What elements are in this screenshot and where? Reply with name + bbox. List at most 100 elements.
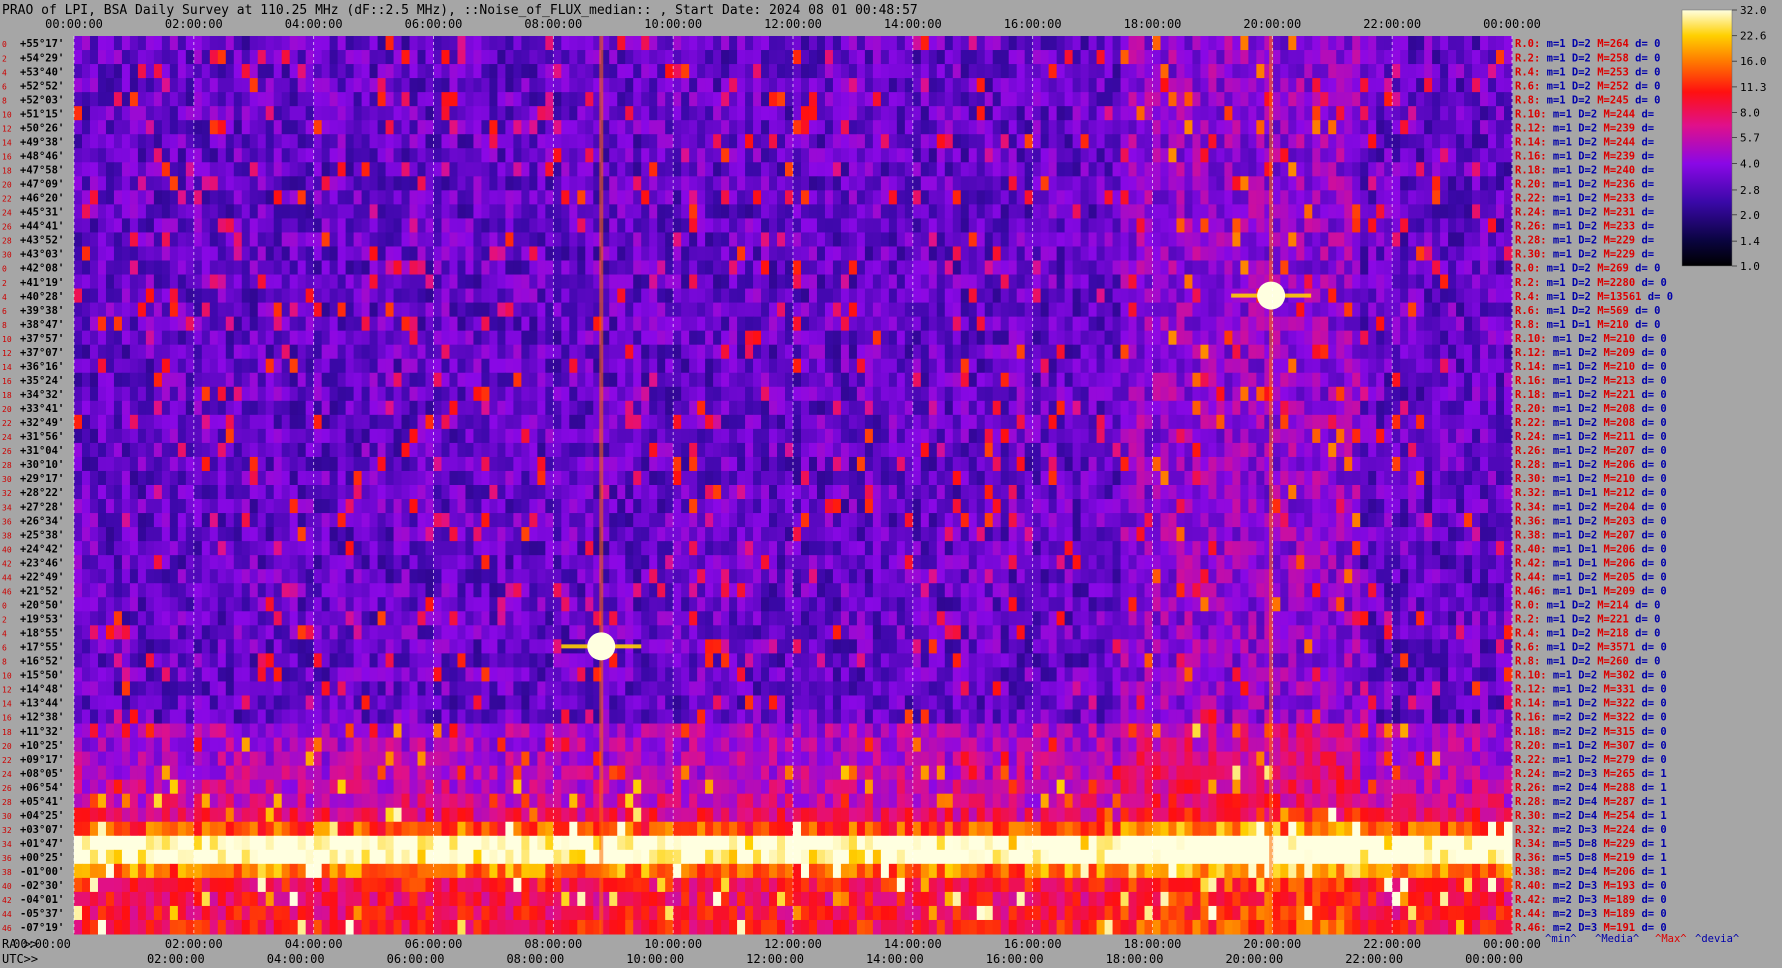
- heatmap-cell: [1424, 316, 1433, 332]
- heatmap-cell: [1240, 302, 1249, 318]
- heatmap-cell: [153, 162, 163, 177]
- heatmap-cell: [641, 36, 650, 51]
- heatmap-cell: [233, 344, 243, 360]
- heatmap-cell: [1128, 344, 1138, 360]
- heatmap-cell: [721, 162, 730, 177]
- heatmap-cell: [585, 372, 594, 388]
- heatmap-cell: [401, 386, 411, 402]
- heatmap-cell: [888, 134, 898, 149]
- heatmap-cell: [713, 260, 722, 276]
- heatmap-cell: [1400, 162, 1409, 177]
- heatmap-cell: [577, 274, 586, 290]
- heatmap-cell: [665, 302, 674, 318]
- heatmap-cell: [800, 106, 810, 121]
- heatmap-cell: [912, 218, 922, 233]
- heatmap-cell: [337, 120, 347, 135]
- heatmap-cell: [425, 120, 434, 135]
- heatmap-cell: [689, 204, 698, 219]
- heatmap-cell: [856, 190, 866, 205]
- heatmap-cell: [737, 316, 746, 332]
- heatmap-cell: [337, 64, 347, 79]
- heatmap-cell: [1112, 260, 1122, 276]
- heatmap-cell: [992, 204, 1002, 219]
- heatmap-cell: [992, 106, 1002, 121]
- heatmap-cell: [161, 372, 171, 388]
- heatmap-cell: [169, 78, 179, 93]
- heatmap-cell: [745, 78, 754, 93]
- heatmap-cell: [201, 162, 211, 177]
- heatmap-cell: [1176, 148, 1185, 163]
- heatmap-cell: [337, 372, 347, 388]
- heatmap-cell: [737, 260, 746, 276]
- heatmap-cell: [113, 92, 123, 107]
- heatmap-cell: [129, 274, 139, 290]
- heatmap-cell: [1472, 162, 1481, 177]
- heatmap-cell: [936, 134, 946, 149]
- heatmap-cell: [129, 316, 139, 332]
- heatmap-cell: [249, 134, 259, 149]
- heatmap-cell: [297, 302, 307, 318]
- heatmap-cell: [81, 134, 91, 149]
- heatmap-cell: [161, 218, 171, 233]
- heatmap-cell: [393, 106, 403, 121]
- heatmap-cell: [137, 232, 147, 247]
- heatmap-cell: [1144, 246, 1153, 261]
- heatmap-cell: [1328, 120, 1337, 135]
- heatmap-cell: [473, 288, 482, 304]
- heatmap-cell: [689, 92, 698, 107]
- heatmap-cell: [129, 204, 139, 219]
- heatmap-cell: [1200, 274, 1209, 290]
- heatmap-cell: [1304, 162, 1313, 177]
- heatmap-cell: [761, 64, 770, 79]
- heatmap-cell: [1336, 400, 1345, 416]
- heatmap-cell: [169, 106, 179, 121]
- heatmap-cell: [1328, 190, 1337, 205]
- heatmap-cell: [1296, 64, 1305, 79]
- heatmap-cell: [417, 330, 427, 346]
- heatmap-cell: [992, 414, 1002, 430]
- heatmap-cell: [1152, 148, 1161, 163]
- heatmap-cell: [153, 302, 163, 318]
- heatmap-cell: [745, 92, 754, 107]
- heatmap-cell: [1024, 120, 1034, 135]
- heatmap-cell: [1016, 316, 1026, 332]
- heatmap-cell: [161, 260, 171, 276]
- heatmap-cell: [904, 302, 914, 318]
- heatmap-cell: [1488, 246, 1497, 261]
- heatmap-cell: [361, 134, 371, 149]
- heatmap-cell: [1096, 92, 1106, 107]
- heatmap-cell: [201, 148, 211, 163]
- heatmap-cell: [904, 162, 914, 177]
- heatmap-cell: [936, 400, 946, 416]
- heatmap-cell: [1328, 148, 1337, 163]
- heatmap-cell: [1288, 260, 1297, 276]
- heatmap-cell: [369, 400, 379, 416]
- heatmap-cell: [505, 106, 514, 121]
- heatmap-cell: [1272, 120, 1281, 135]
- heatmap-cell: [329, 302, 339, 318]
- heatmap-cell: [1232, 204, 1241, 219]
- heatmap-cell: [545, 316, 554, 332]
- heatmap-cell: [1272, 316, 1281, 332]
- heatmap-cell: [777, 204, 786, 219]
- heatmap-cell: [785, 344, 794, 360]
- heatmap-cell: [377, 36, 387, 51]
- heatmap-cell: [1192, 372, 1201, 388]
- heatmap-cell: [689, 316, 698, 332]
- heatmap-cell: [1192, 330, 1201, 346]
- heatmap-cell: [928, 414, 938, 430]
- heatmap-cell: [1424, 148, 1433, 163]
- heatmap-cell: [1176, 400, 1185, 416]
- heatmap-cell: [489, 148, 498, 163]
- heatmap-cell: [449, 386, 458, 402]
- heatmap-cell: [761, 120, 770, 135]
- heatmap-cell: [745, 120, 754, 135]
- heatmap-cell: [944, 64, 954, 79]
- heatmap-cell: [193, 120, 203, 135]
- heatmap-cell: [1056, 288, 1066, 304]
- heatmap-cell: [848, 386, 858, 402]
- heatmap-cell: [1112, 106, 1122, 121]
- heatmap-cell: [561, 414, 570, 430]
- heatmap-cell: [401, 372, 411, 388]
- heatmap-cell: [121, 302, 131, 318]
